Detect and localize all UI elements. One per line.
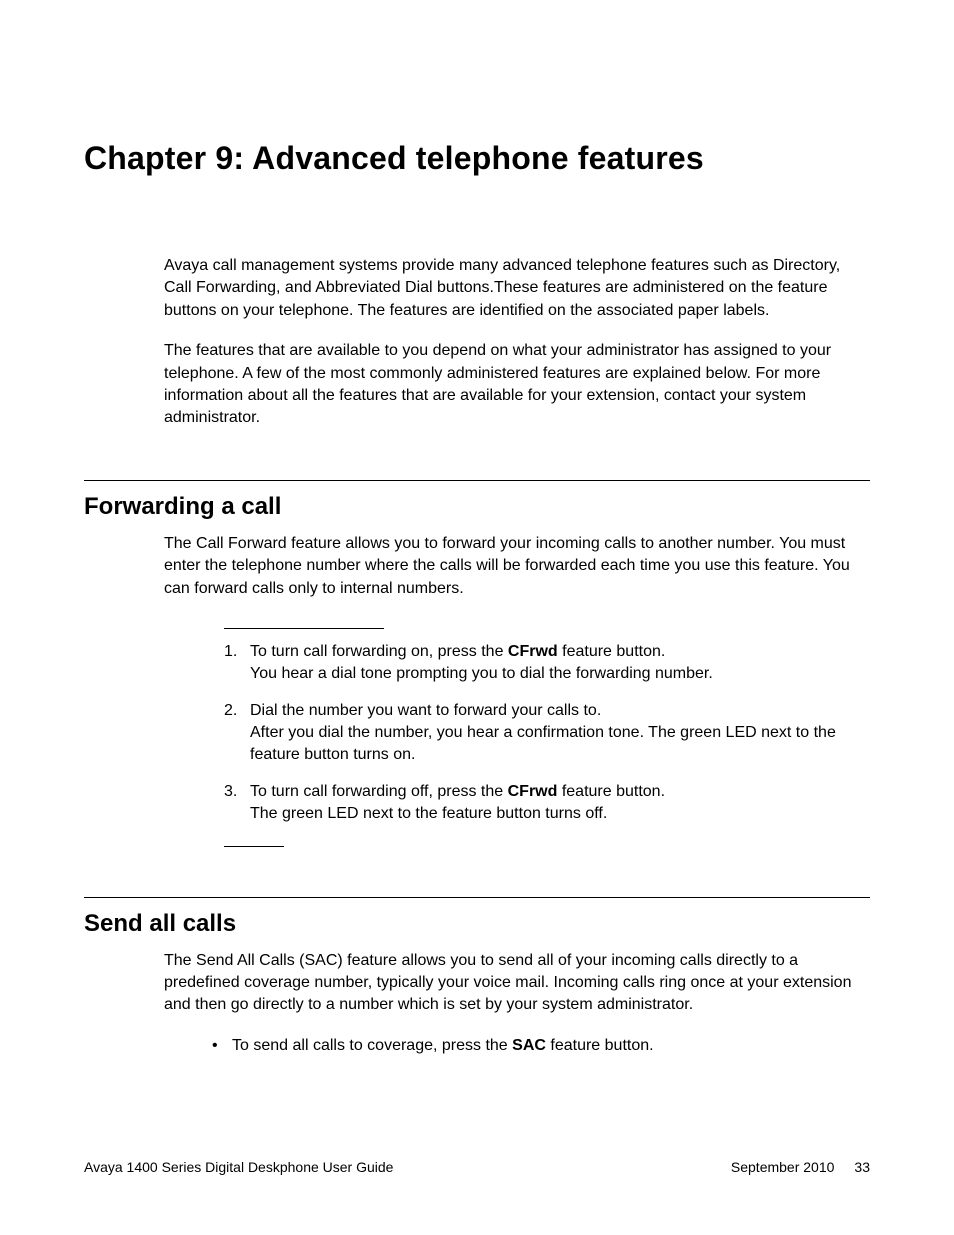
procedure-rule-top: [224, 628, 384, 629]
step-line2: You hear a dial tone prompting you to di…: [250, 665, 713, 682]
step-text: Dial the number you want to forward your…: [250, 702, 601, 719]
step-number: 2.: [224, 700, 237, 722]
page-footer: Avaya 1400 Series Digital Deskphone User…: [84, 1159, 870, 1175]
step-line2: The green LED next to the feature button…: [250, 805, 607, 822]
step-text: To turn call forwarding off, press the: [250, 783, 508, 800]
chapter-title: Chapter 9: Advanced telephone features: [84, 140, 870, 177]
bullet-text-after: feature button.: [546, 1037, 654, 1054]
forwarding-steps: 1. To turn call forwarding on, press the…: [224, 641, 870, 826]
procedure-rule-bottom: [224, 846, 284, 847]
footer-right: September 2010 33: [731, 1159, 870, 1175]
step-number: 1.: [224, 641, 237, 663]
bullet-mark: •: [212, 1035, 218, 1057]
footer-date: September 2010: [731, 1159, 835, 1175]
step-bold: CFrwd: [508, 783, 558, 800]
step-line2: After you dial the number, you hear a co…: [250, 724, 836, 763]
forwarding-step-3: 3. To turn call forwarding off, press th…: [224, 781, 870, 826]
sendall-bullets: • To send all calls to coverage, press t…: [212, 1035, 870, 1057]
sendall-bullet-1: • To send all calls to coverage, press t…: [212, 1035, 870, 1057]
intro-paragraph-2: The features that are available to you d…: [164, 340, 870, 430]
step-number: 3.: [224, 781, 237, 803]
sendall-paragraph: The Send All Calls (SAC) feature allows …: [164, 950, 870, 1017]
section-title-sendall: Send all calls: [84, 910, 870, 938]
section-rule: [84, 480, 870, 481]
step-text-after: feature button.: [558, 643, 666, 660]
forwarding-step-2: 2. Dial the number you want to forward y…: [224, 700, 870, 767]
footer-page-number: 33: [854, 1159, 870, 1175]
section-title-forwarding: Forwarding a call: [84, 493, 870, 521]
page: Chapter 9: Advanced telephone features A…: [0, 0, 954, 1235]
step-bold: CFrwd: [508, 643, 558, 660]
step-text: To turn call forwarding on, press the: [250, 643, 508, 660]
bullet-text: To send all calls to coverage, press the: [232, 1037, 512, 1054]
section-rule: [84, 897, 870, 898]
forwarding-step-1: 1. To turn call forwarding on, press the…: [224, 641, 870, 686]
bullet-bold: SAC: [512, 1037, 546, 1054]
forwarding-paragraph: The Call Forward feature allows you to f…: [164, 533, 870, 600]
step-text-after: feature button.: [557, 783, 665, 800]
footer-left: Avaya 1400 Series Digital Deskphone User…: [84, 1159, 393, 1175]
intro-paragraph-1: Avaya call management systems provide ma…: [164, 255, 870, 322]
